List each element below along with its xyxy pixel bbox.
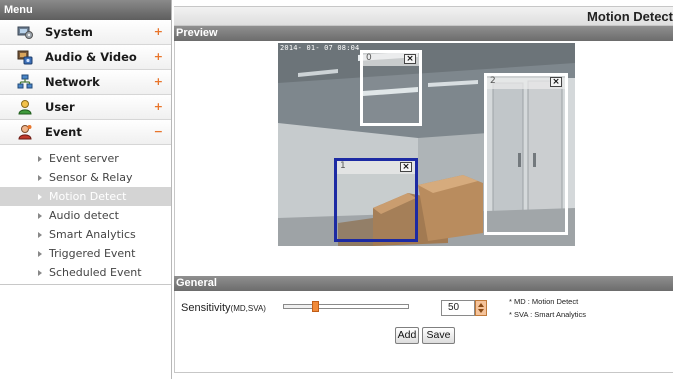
zone-header: 1 × [337,161,415,174]
menu-category-label: System [45,25,93,39]
preview-section-header: Preview [174,26,673,41]
submenu-label: Audio detect [49,209,119,222]
sidebar-divider [0,284,171,285]
sensitivity-label: Sensitivity(MD,SVA) [181,302,266,314]
submenu-sensor-relay[interactable]: Sensor & Relay [0,168,171,187]
legend-md: * MD : Motion Detect [509,297,579,306]
audio-video-icon [17,49,33,65]
camera-preview[interactable]: 2014- 01- 07 08:04 0 × 1 × 2 × [278,43,575,246]
event-submenu: Event server Sensor & Relay Motion Detec… [0,145,171,282]
submenu-motion-detect[interactable]: Motion Detect [0,187,171,206]
add-button[interactable]: Add [395,327,419,344]
menu-category-label: Network [45,75,100,89]
submenu-label: Scheduled Event [49,266,142,279]
submenu-label: Sensor & Relay [49,171,133,184]
event-icon [17,124,33,140]
network-icon [17,74,33,90]
motion-zone-1[interactable]: 1 × [334,158,418,242]
sensitivity-slider-fill [284,305,315,308]
menu-category-label: User [45,100,75,114]
app-root: Menu System + Audio & Video + Network + [0,0,673,379]
spin-up-icon[interactable] [478,303,484,307]
triangle-right-icon [38,174,42,181]
sensitivity-slider-thumb[interactable] [311,301,319,312]
zone-header: 0 × [363,53,419,66]
triangle-right-icon [38,193,42,200]
user-icon [17,99,33,115]
expand-icon[interactable]: + [154,25,163,38]
submenu-label: Smart Analytics [49,228,136,241]
triangle-right-icon [38,155,42,162]
menu-category-label: Audio & Video [45,50,137,64]
menu-category-system[interactable]: System + [0,20,171,45]
save-button[interactable]: Save [422,327,455,344]
expand-icon[interactable]: + [154,100,163,113]
triangle-right-icon [38,231,42,238]
triangle-right-icon [38,250,42,257]
submenu-label: Triggered Event [49,247,136,260]
zone-label: 2 [490,76,496,86]
menu-header: Menu [0,0,171,20]
zone-label: 1 [340,161,346,171]
sensitivity-spinner[interactable] [475,300,487,316]
submenu-scheduled-event[interactable]: Scheduled Event [0,263,171,282]
menu-category-network[interactable]: Network + [0,70,171,95]
motion-zone-2[interactable]: 2 × [484,73,568,235]
triangle-right-icon [38,269,42,276]
motion-zone-0[interactable]: 0 × [360,50,422,126]
general-section-header: General [174,276,673,291]
page-title-bar: Motion Detect [174,6,673,26]
page-title: Motion Detect [587,9,673,24]
submenu-label: Motion Detect [49,190,127,203]
close-icon[interactable]: × [550,77,562,87]
zone-header: 2 × [487,76,565,89]
submenu-smart-analytics[interactable]: Smart Analytics [0,225,171,244]
zone-label: 0 [366,53,372,63]
submenu-audio-detect[interactable]: Audio detect [0,206,171,225]
menu-category-event[interactable]: Event − [0,120,171,145]
expand-icon[interactable]: + [154,75,163,88]
spin-down-icon[interactable] [478,309,484,313]
sensitivity-suffix: (MD,SVA) [230,304,266,313]
submenu-triggered-event[interactable]: Triggered Event [0,244,171,263]
submenu-label: Event server [49,152,119,165]
menu-category-user[interactable]: User + [0,95,171,120]
collapse-icon[interactable]: − [154,125,163,138]
sidebar-menu: Menu System + Audio & Video + Network + [0,0,172,379]
triangle-right-icon [38,212,42,219]
close-icon[interactable]: × [404,54,416,64]
expand-icon[interactable]: + [154,50,163,63]
menu-category-label: Event [45,125,82,139]
sensitivity-label-text: Sensitivity [181,302,231,314]
menu-category-audio-video[interactable]: Audio & Video + [0,45,171,70]
legend-sva: * SVA : Smart Analytics [509,310,586,319]
close-icon[interactable]: × [400,162,412,172]
video-timestamp: 2014- 01- 07 08:04 [280,44,360,52]
system-icon [17,24,33,40]
sensitivity-slider-track[interactable] [283,304,409,309]
submenu-event-server[interactable]: Event server [0,149,171,168]
sensitivity-value-input[interactable]: 50 [441,300,475,316]
